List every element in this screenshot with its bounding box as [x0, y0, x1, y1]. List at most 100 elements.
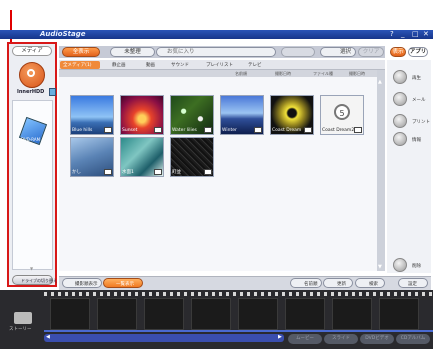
thumbnail-water-lilies[interactable]: Water lilies	[170, 95, 214, 135]
storyboard-slot[interactable]	[379, 298, 419, 330]
vertical-scrollbar[interactable]	[377, 70, 385, 271]
list-view-label: 一覧表示	[116, 282, 134, 287]
media-type-icon	[354, 127, 362, 133]
clear-button[interactable]: クリア	[358, 47, 384, 57]
scroll-down-arrow-icon[interactable]: ▼	[378, 264, 382, 270]
storyboard-slot[interactable]	[332, 298, 372, 330]
refresh-label: 更新	[337, 282, 346, 287]
apps-label: アプリ	[409, 49, 427, 55]
thumbnail-caption: Coast Dream2	[322, 128, 355, 133]
apps-button[interactable]: アプリ	[408, 47, 428, 57]
media-type-icon	[154, 127, 162, 133]
shot-order-button[interactable]: 撮影順表示	[62, 278, 102, 288]
cd-album-button[interactable]: CDアルバム	[396, 334, 430, 344]
media-type-icon	[254, 127, 262, 133]
thumbnail-caption: 水面1	[122, 170, 134, 175]
thumbnail-caption: 町並	[172, 170, 181, 175]
play-button[interactable]	[393, 70, 407, 84]
select-label: 選択	[339, 49, 351, 55]
filter-video[interactable]: 動画	[146, 62, 155, 68]
search-button[interactable]: 検索	[355, 278, 385, 288]
thumbnail-blue-hills[interactable]: Blue hills	[70, 95, 114, 135]
app-window: AudioStage ? _ □ ✕ メディア InnerHDD DVD-RAM…	[0, 0, 433, 349]
thumbnail-caption: Coast Dream	[272, 128, 302, 133]
filter-playlist[interactable]: プレイリスト	[206, 62, 233, 68]
help-icon[interactable]: ?	[390, 31, 394, 38]
scroll-up-icon[interactable]: ▲	[378, 79, 382, 85]
scroll-left-icon[interactable]: ◀	[46, 334, 50, 340]
filter-tv[interactable]: テレビ	[248, 62, 262, 68]
favorites-button[interactable]: お気に入り	[156, 47, 276, 57]
close-icon[interactable]: ✕	[423, 31, 429, 38]
favorites-label: お気に入り	[167, 49, 195, 55]
thumbnail-coast-dream-2[interactable]: 5 Coast Dream2	[320, 95, 364, 135]
drive-switch-button[interactable]: ドライブの切り替え	[12, 275, 57, 285]
list-view-button[interactable]: 一覧表示	[103, 278, 143, 288]
media-tab[interactable]: メディア	[12, 46, 52, 56]
thumbnail-caption: Water lilies	[172, 128, 197, 133]
mail-button[interactable]	[393, 92, 407, 106]
filmstrip-perforation	[44, 292, 433, 296]
maximize-icon[interactable]: □	[412, 31, 419, 38]
media-type-icon	[104, 169, 112, 175]
app-title: AudioStage	[40, 30, 86, 38]
storyboard-slot[interactable]	[144, 298, 184, 330]
dvd-ram-label: DVD-RAM	[21, 137, 41, 142]
settings-button[interactable]: 設定	[398, 278, 428, 288]
minimize-icon[interactable]: _	[401, 31, 405, 38]
info-button[interactable]	[393, 132, 407, 146]
refresh-button[interactable]: 更新	[323, 278, 353, 288]
print-label: プリント	[412, 120, 430, 125]
storyboard-icon	[14, 312, 32, 324]
scroll-right-icon[interactable]: ▶	[278, 334, 282, 340]
slideshow-button[interactable]: スライド	[324, 334, 358, 344]
settings-label: 設定	[408, 282, 417, 287]
delete-button[interactable]	[393, 258, 407, 272]
dvd-video-button[interactable]: DVDビデオ	[360, 334, 394, 344]
sort-name-label: 名前順	[304, 282, 318, 287]
storyboard-scrollbar[interactable]	[44, 334, 284, 342]
unorganized-label: 未整理	[124, 49, 141, 55]
media-type-icon	[204, 127, 212, 133]
delete-label: 削除	[412, 264, 421, 269]
shot-order-label: 撮影順表示	[75, 282, 98, 287]
hdd-glyph-icon	[27, 69, 35, 77]
storyboard-slot[interactable]	[191, 298, 231, 330]
thumbnail-machinami[interactable]: 町並	[170, 137, 214, 177]
thumbnail-kashi[interactable]: かし	[70, 137, 114, 177]
storyboard-slot[interactable]	[285, 298, 325, 330]
show-all-button[interactable]: 全表示	[62, 47, 100, 57]
arrow-button[interactable]	[281, 47, 315, 57]
movie-button[interactable]: ムービー	[288, 334, 322, 344]
show-all-label: 全表示	[72, 49, 90, 55]
display-mode-button[interactable]: 表示	[390, 47, 406, 57]
thumbnail-winter[interactable]: Winter	[220, 95, 264, 135]
storyboard-slot[interactable]	[97, 298, 137, 330]
thumbnail-coast-dream[interactable]: Coast Dream	[270, 95, 314, 135]
mail-label: メール	[412, 98, 426, 103]
filter-still-images[interactable]: 静止画	[112, 62, 126, 68]
action-panel	[387, 60, 431, 273]
thumbnail-caption: Winter	[222, 128, 237, 133]
filter-all-label: 全メディア(1)	[63, 63, 92, 68]
media-type-icon	[104, 127, 112, 133]
scroll-down-icon[interactable]: ▼	[30, 266, 33, 271]
unorganized-button[interactable]: 未整理	[110, 47, 155, 57]
thumbnail-caption: Sunset	[122, 128, 138, 133]
sort-name-button[interactable]: 名前順	[290, 278, 322, 288]
print-button[interactable]	[393, 114, 407, 128]
thumbnail-sunset[interactable]: Sunset	[120, 95, 164, 135]
storyboard-slot[interactable]	[50, 298, 90, 330]
sound-file-icon: 5	[334, 104, 350, 120]
thumbnail-caption: Blue hills	[72, 128, 93, 133]
play-label: 再生	[412, 76, 421, 81]
select-button[interactable]: 選択	[320, 47, 356, 57]
drive-switch-label: ドライブの切り替え	[21, 278, 57, 283]
media-type-icon	[204, 169, 212, 175]
clear-label: クリア	[362, 49, 380, 55]
thumbnail-suimen[interactable]: 水面1	[120, 137, 164, 177]
hdd-status-icon	[49, 88, 56, 96]
storyboard-slot[interactable]	[238, 298, 278, 330]
thumbnail-caption: かし	[72, 170, 81, 175]
filter-sound[interactable]: サウンド	[171, 62, 189, 68]
